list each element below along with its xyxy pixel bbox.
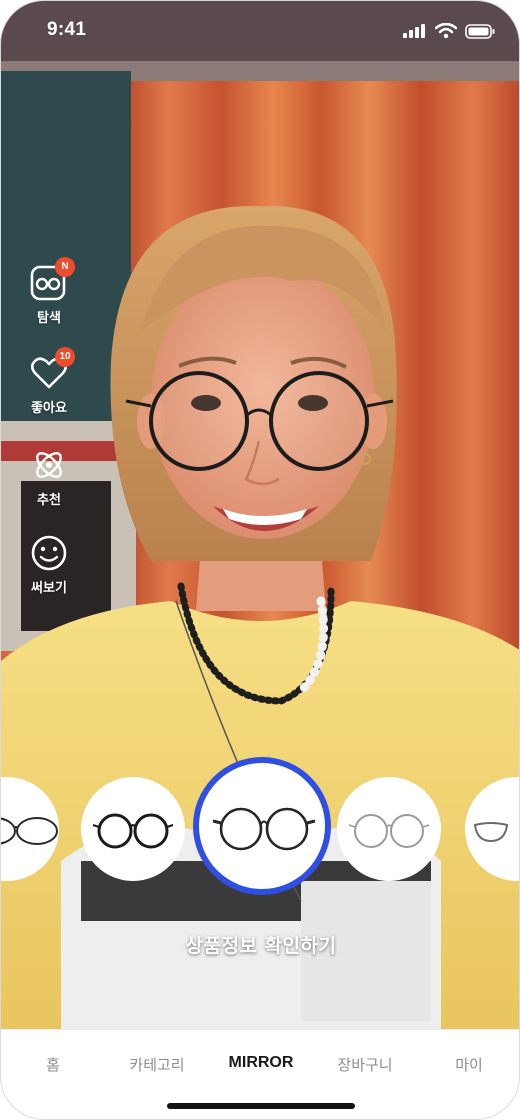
- frame-carousel[interactable]: [1, 753, 519, 903]
- frame-thumb-black-round[interactable]: [81, 777, 185, 881]
- status-time: 9:41: [47, 19, 87, 40]
- side-item-explore[interactable]: N 탐색: [23, 257, 75, 326]
- side-icon-wrap: 10: [29, 347, 75, 393]
- side-item-label: 추천: [37, 493, 61, 508]
- silver-round-glasses-icon: [348, 814, 430, 848]
- side-item-label: 좋아요: [31, 401, 67, 416]
- nav-item-my[interactable]: 마이: [417, 1054, 519, 1075]
- black-metal-round-glasses-icon: [212, 807, 316, 851]
- status-icons: [403, 23, 495, 39]
- side-item-likes[interactable]: 10 좋아요: [23, 347, 75, 416]
- nav-item-cart[interactable]: 장바구니: [313, 1054, 417, 1075]
- product-info-button[interactable]: 상품정보 확인하기: [1, 931, 519, 958]
- frame-thumb-rimless[interactable]: [1, 777, 59, 881]
- side-icon-wrap: N: [29, 257, 75, 303]
- side-item-label: 써보기: [31, 581, 67, 596]
- battery-icon: [465, 23, 495, 39]
- frame-thumb-half-rim[interactable]: [465, 777, 519, 881]
- phone-screen: 9:41 N 탐색 10 좋아요 추천 써보기 상품정보 확인하기 홈 카테고리…: [0, 0, 520, 1120]
- side-icon-wrap: [29, 445, 69, 485]
- status-bar: 9:41: [1, 1, 519, 63]
- nav-item-home[interactable]: 홈: [1, 1054, 105, 1075]
- smiley-face-icon: [31, 535, 67, 571]
- frame-thumb-selected[interactable]: [193, 757, 331, 895]
- side-icon-wrap: [29, 533, 69, 573]
- cellular-signal-icon: [403, 24, 425, 38]
- half-rim-glasses-icon: [473, 822, 509, 843]
- nav-item-mirror[interactable]: MIRROR: [209, 1054, 313, 1072]
- frame-thumb-silver-round[interactable]: [337, 777, 441, 881]
- likes-count-badge: 10: [55, 347, 75, 367]
- side-item-try-on[interactable]: 써보기: [23, 533, 75, 596]
- wifi-icon: [435, 23, 457, 39]
- side-item-label: 탐색: [37, 311, 61, 326]
- home-indicator: [167, 1103, 355, 1109]
- rimless-glasses-icon: [1, 817, 58, 845]
- atom-icon: [36, 452, 62, 478]
- nav-item-category[interactable]: 카테고리: [105, 1054, 209, 1075]
- side-item-recommend[interactable]: 추천: [23, 445, 75, 508]
- new-badge: N: [55, 257, 75, 277]
- black-round-glasses-icon: [92, 813, 174, 849]
